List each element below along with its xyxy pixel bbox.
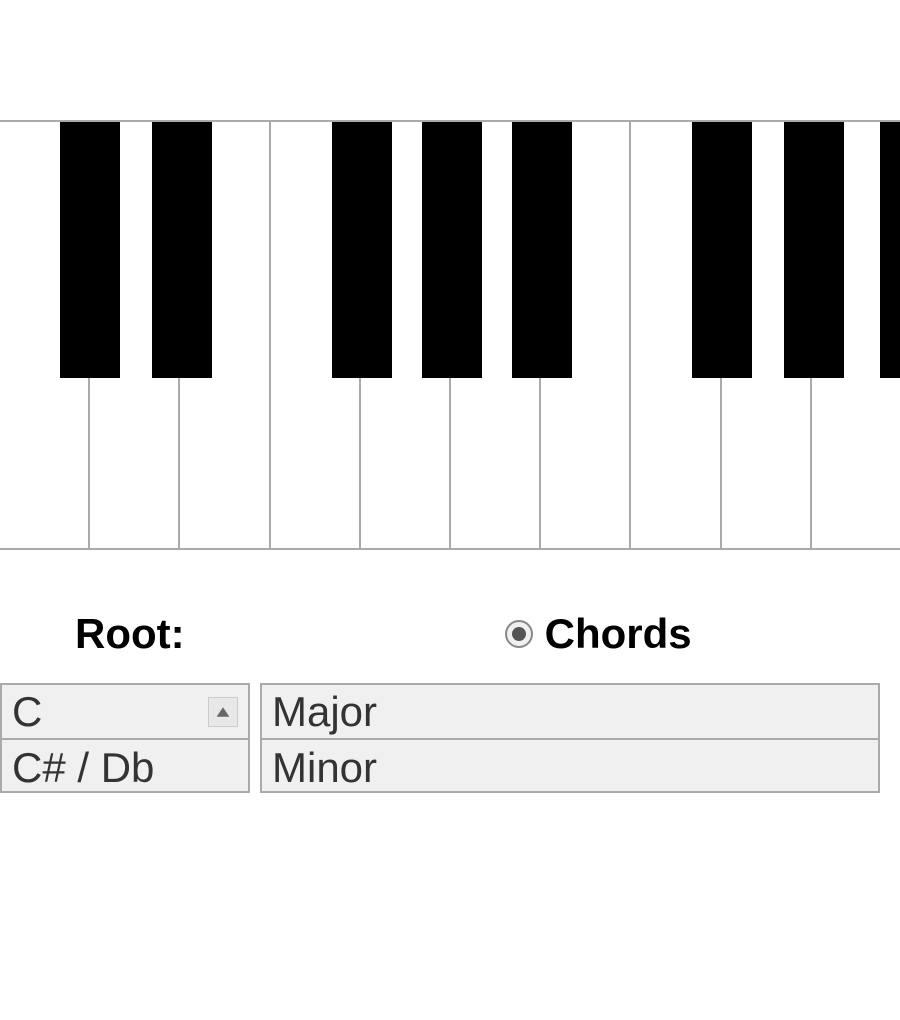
black-key-fsharp[interactable]	[332, 122, 392, 378]
black-key-dsharp2[interactable]	[784, 122, 844, 378]
black-key-csharp[interactable]	[60, 122, 120, 378]
labels-row: Root: Chords	[20, 610, 880, 658]
chord-option-label: Minor	[272, 744, 377, 792]
controls-panel: Root: Chords C C# / Db Major	[0, 610, 900, 793]
root-option-label: C	[12, 688, 42, 736]
radio-dot-icon	[512, 627, 526, 641]
root-label: Root:	[75, 610, 185, 658]
piano-keyboard	[0, 120, 900, 550]
chords-radio-wrapper: Chords	[505, 610, 692, 658]
selects-row: C C# / Db Major Minor	[0, 683, 880, 793]
black-key-csharp2[interactable]	[692, 122, 752, 378]
chord-option-minor[interactable]: Minor	[262, 740, 878, 793]
root-option-label: C# / Db	[12, 744, 154, 792]
root-option-c[interactable]: C	[2, 685, 248, 740]
root-option-csharp[interactable]: C# / Db	[2, 740, 248, 793]
root-listbox[interactable]: C C# / Db	[0, 683, 250, 793]
black-key-fsharp2[interactable]	[880, 122, 900, 378]
chord-option-major[interactable]: Major	[262, 685, 878, 740]
black-key-gsharp[interactable]	[422, 122, 482, 378]
chords-radio[interactable]	[505, 620, 533, 648]
black-key-dsharp[interactable]	[152, 122, 212, 378]
chords-label: Chords	[545, 610, 692, 658]
chord-option-label: Major	[272, 688, 377, 736]
scroll-up-icon[interactable]	[208, 697, 238, 727]
black-key-asharp[interactable]	[512, 122, 572, 378]
chord-type-listbox[interactable]: Major Minor	[260, 683, 880, 793]
